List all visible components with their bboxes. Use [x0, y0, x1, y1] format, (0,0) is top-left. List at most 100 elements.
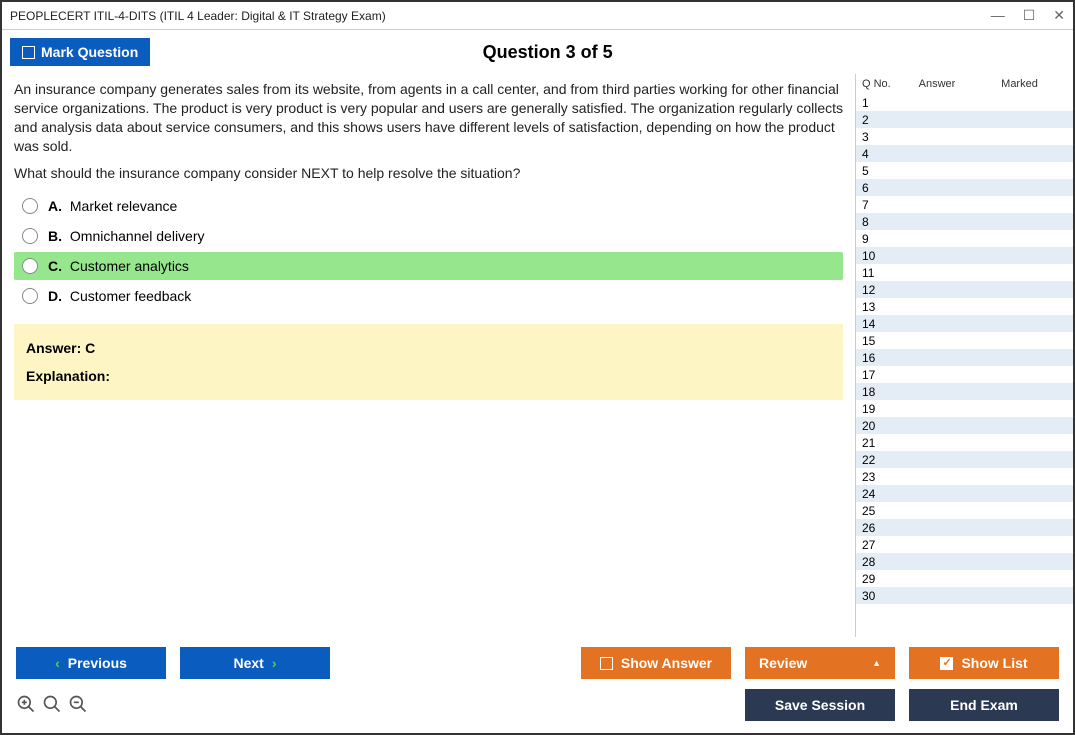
row-qno: 20 — [862, 419, 902, 433]
row-qno: 15 — [862, 334, 902, 348]
question-list-row[interactable]: 1 — [856, 94, 1073, 111]
row-qno: 3 — [862, 130, 902, 144]
row-qno: 7 — [862, 198, 902, 212]
save-session-label: Save Session — [775, 697, 865, 713]
question-list-row[interactable]: 21 — [856, 434, 1073, 451]
option-text: A. Market relevance — [48, 198, 177, 214]
question-list-row[interactable]: 18 — [856, 383, 1073, 400]
row-qno: 25 — [862, 504, 902, 518]
row-qno: 18 — [862, 385, 902, 399]
options-list: A. Market relevance B. Omnichannel delive… — [14, 192, 843, 310]
save-session-button[interactable]: Save Session — [745, 689, 895, 721]
next-button[interactable]: Next › — [180, 647, 330, 679]
row-qno: 24 — [862, 487, 902, 501]
row-qno: 14 — [862, 317, 902, 331]
question-list-row[interactable]: 7 — [856, 196, 1073, 213]
question-list-row[interactable]: 8 — [856, 213, 1073, 230]
question-list-body[interactable]: 1234567891011121314151617181920212223242… — [856, 94, 1073, 637]
radio-icon — [22, 228, 38, 244]
question-paragraph-2: What should the insurance company consid… — [14, 164, 843, 183]
question-list-row[interactable]: 16 — [856, 349, 1073, 366]
question-list-row[interactable]: 19 — [856, 400, 1073, 417]
row-qno: 22 — [862, 453, 902, 467]
question-list-row[interactable]: 20 — [856, 417, 1073, 434]
previous-label: Previous — [68, 655, 127, 671]
review-button[interactable]: Review ▲ — [745, 647, 895, 679]
question-list-row[interactable]: 9 — [856, 230, 1073, 247]
zoom-out-icon[interactable] — [68, 694, 88, 717]
option-text: D. Customer feedback — [48, 288, 191, 304]
answer-box: Answer: C Explanation: — [14, 324, 843, 400]
question-paragraph-1: An insurance company generates sales fro… — [14, 80, 843, 156]
mark-question-label: Mark Question — [41, 44, 138, 60]
zoom-in-icon[interactable] — [16, 694, 36, 717]
col-marked: Marked — [972, 78, 1067, 90]
titlebar: PEOPLECERT ITIL-4-DITS (ITIL 4 Leader: D… — [2, 2, 1073, 30]
question-list-row[interactable]: 24 — [856, 485, 1073, 502]
question-list-row[interactable]: 12 — [856, 281, 1073, 298]
row-qno: 4 — [862, 147, 902, 161]
row-qno: 11 — [862, 266, 902, 280]
show-list-button[interactable]: Show List — [909, 647, 1059, 679]
row-qno: 21 — [862, 436, 902, 450]
close-icon[interactable]: ✕ — [1053, 7, 1065, 24]
row-qno: 19 — [862, 402, 902, 416]
header-row: Mark Question Question 3 of 5 — [2, 30, 1073, 74]
question-list-row[interactable]: 25 — [856, 502, 1073, 519]
radio-icon — [22, 258, 38, 274]
question-list-row[interactable]: 10 — [856, 247, 1073, 264]
question-list-row[interactable]: 11 — [856, 264, 1073, 281]
show-answer-button[interactable]: Show Answer — [581, 647, 731, 679]
option-row[interactable]: A. Market relevance — [14, 192, 843, 220]
body-row: An insurance company generates sales fro… — [2, 74, 1073, 637]
row-qno: 8 — [862, 215, 902, 229]
option-row[interactable]: B. Omnichannel delivery — [14, 222, 843, 250]
end-exam-button[interactable]: End Exam — [909, 689, 1059, 721]
row-qno: 27 — [862, 538, 902, 552]
question-list-row[interactable]: 5 — [856, 162, 1073, 179]
zoom-controls — [16, 694, 88, 717]
option-row[interactable]: C. Customer analytics — [14, 252, 843, 280]
question-list-row[interactable]: 22 — [856, 451, 1073, 468]
next-label: Next — [233, 655, 263, 671]
chevron-left-icon: ‹ — [55, 655, 60, 671]
question-list-row[interactable]: 14 — [856, 315, 1073, 332]
question-list-row[interactable]: 15 — [856, 332, 1073, 349]
question-title: Question 3 of 5 — [150, 42, 1065, 63]
row-qno: 13 — [862, 300, 902, 314]
row-qno: 12 — [862, 283, 902, 297]
question-list-row[interactable]: 23 — [856, 468, 1073, 485]
radio-icon — [22, 288, 38, 304]
question-list-row[interactable]: 13 — [856, 298, 1073, 315]
row-qno: 17 — [862, 368, 902, 382]
window-title: PEOPLECERT ITIL-4-DITS (ITIL 4 Leader: D… — [10, 9, 386, 23]
question-panel: An insurance company generates sales fro… — [2, 74, 855, 637]
mark-question-button[interactable]: Mark Question — [10, 38, 150, 66]
previous-button[interactable]: ‹ Previous — [16, 647, 166, 679]
question-list-row[interactable]: 6 — [856, 179, 1073, 196]
row-qno: 29 — [862, 572, 902, 586]
row-qno: 16 — [862, 351, 902, 365]
minimize-icon[interactable]: — — [991, 7, 1005, 24]
question-list-row[interactable]: 27 — [856, 536, 1073, 553]
row-qno: 5 — [862, 164, 902, 178]
row-qno: 1 — [862, 96, 902, 110]
maximize-icon[interactable]: ☐ — [1023, 7, 1036, 24]
checkbox-icon — [600, 657, 613, 670]
row-qno: 6 — [862, 181, 902, 195]
question-list-row[interactable]: 17 — [856, 366, 1073, 383]
question-list-row[interactable]: 3 — [856, 128, 1073, 145]
question-list-row[interactable]: 4 — [856, 145, 1073, 162]
question-list-row[interactable]: 26 — [856, 519, 1073, 536]
question-list-row[interactable]: 2 — [856, 111, 1073, 128]
option-row[interactable]: D. Customer feedback — [14, 282, 843, 310]
question-list-row[interactable]: 28 — [856, 553, 1073, 570]
window-controls: — ☐ ✕ — [991, 7, 1065, 24]
zoom-reset-icon[interactable] — [42, 694, 62, 717]
show-list-label: Show List — [961, 655, 1027, 671]
question-list-row[interactable]: 29 — [856, 570, 1073, 587]
question-list-row[interactable]: 30 — [856, 587, 1073, 604]
row-qno: 23 — [862, 470, 902, 484]
show-answer-label: Show Answer — [621, 655, 712, 671]
footer: ‹ Previous Next › Show Answer Review ▲ S… — [2, 637, 1073, 733]
